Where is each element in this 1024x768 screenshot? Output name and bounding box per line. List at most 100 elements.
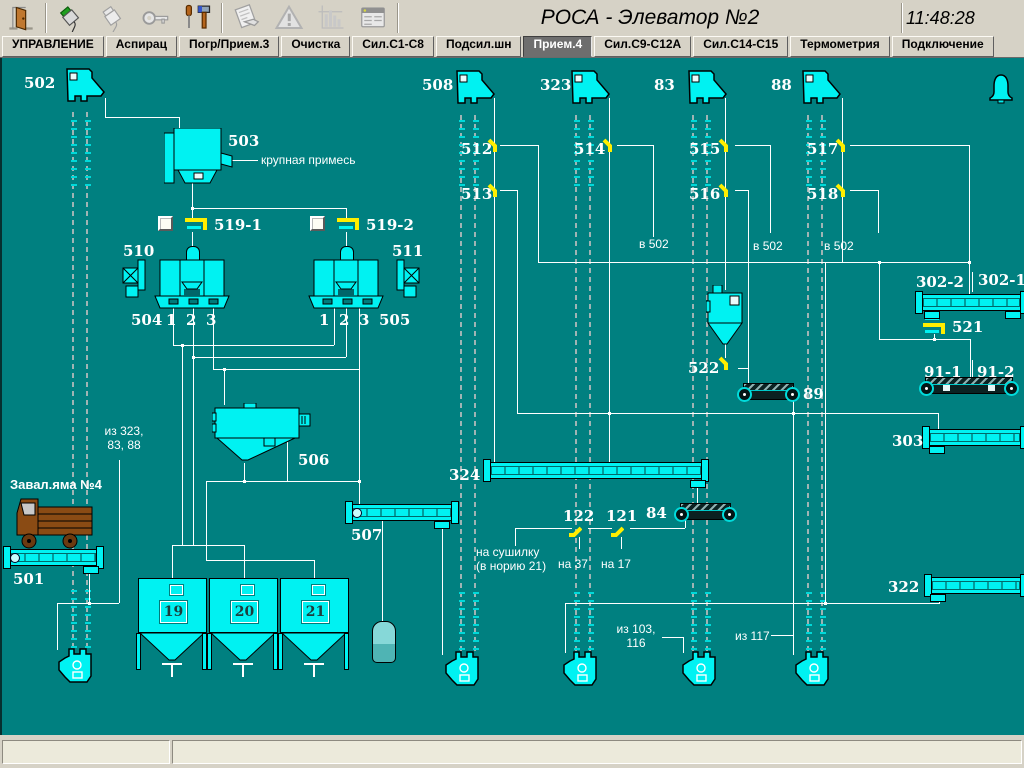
label-502: 502 bbox=[24, 74, 55, 92]
noria-88-boot[interactable] bbox=[795, 651, 833, 689]
tab-podsil-shn[interactable]: Подсил.шн bbox=[436, 36, 522, 57]
pipe bbox=[538, 145, 539, 262]
connect-button[interactable] bbox=[50, 2, 92, 34]
gate-valve-519-1[interactable] bbox=[185, 218, 209, 232]
tab-priem4-active[interactable]: Прием.4 bbox=[523, 36, 592, 57]
window-title: РОСА - Элеватор №2 bbox=[402, 6, 898, 30]
pipe bbox=[735, 145, 770, 146]
screw-conveyor-322[interactable] bbox=[926, 577, 1024, 594]
annotation-from117: из 117 bbox=[735, 629, 770, 643]
junction-dot bbox=[608, 412, 611, 415]
tab-sil-c14-c15[interactable]: Сил.С14-С15 bbox=[693, 36, 788, 57]
bin-vent bbox=[170, 585, 183, 595]
noria-508-head[interactable] bbox=[454, 68, 496, 104]
tab-ochistka[interactable]: Очистка bbox=[281, 36, 350, 57]
noria-323-boot[interactable] bbox=[563, 651, 601, 689]
clock: 11:48:28 bbox=[906, 8, 1024, 29]
conveyor-foot bbox=[924, 311, 940, 319]
key-icon bbox=[140, 4, 170, 32]
exit-button[interactable] bbox=[0, 2, 42, 34]
junction-dot bbox=[88, 602, 91, 605]
pipe bbox=[842, 98, 843, 262]
tab-upravlenie[interactable]: УПРАВЛЕНИЕ bbox=[2, 36, 104, 57]
screw-conveyor-302[interactable] bbox=[917, 294, 1024, 311]
separator-504[interactable] bbox=[153, 258, 231, 310]
label-521: 521 bbox=[952, 318, 983, 336]
valve-519-1-checkbox[interactable] bbox=[158, 216, 173, 231]
pipe bbox=[244, 545, 245, 578]
screw-conveyor-303[interactable] bbox=[924, 429, 1024, 446]
reports-button[interactable] bbox=[352, 2, 394, 34]
journal-button[interactable] bbox=[226, 2, 268, 34]
pipe bbox=[588, 528, 612, 529]
pipe bbox=[938, 413, 939, 429]
pipe bbox=[617, 145, 653, 146]
trends-button[interactable] bbox=[310, 2, 352, 34]
junction-dot bbox=[878, 261, 881, 264]
pipe bbox=[879, 339, 970, 340]
pipe bbox=[970, 339, 971, 377]
noria-502-boot[interactable] bbox=[58, 648, 96, 686]
alarms-button[interactable] bbox=[268, 2, 310, 34]
gate-valve-521[interactable] bbox=[923, 317, 947, 334]
disconnect-button[interactable] bbox=[92, 2, 134, 34]
tab-podkluchenie[interactable]: Подключение bbox=[892, 36, 994, 57]
cyclone[interactable] bbox=[706, 285, 744, 347]
pipe bbox=[173, 345, 334, 346]
leg-bracket bbox=[459, 592, 465, 650]
leg-bracket bbox=[691, 592, 697, 650]
belt-conveyor-84[interactable] bbox=[674, 503, 737, 521]
valve-522[interactable] bbox=[718, 356, 732, 372]
noria-502-head[interactable] bbox=[64, 66, 106, 102]
pipe bbox=[334, 308, 335, 345]
journal-icon bbox=[232, 3, 262, 33]
status-panel-left bbox=[2, 740, 170, 764]
alarm-bell-icon[interactable] bbox=[987, 73, 1015, 104]
separator-503[interactable] bbox=[164, 128, 234, 186]
bin-gate bbox=[242, 665, 244, 677]
separator-506[interactable] bbox=[212, 403, 312, 463]
gate-valve-519-2[interactable] bbox=[337, 218, 361, 232]
screw-conveyor-507[interactable] bbox=[347, 504, 457, 521]
noria-508-boot[interactable] bbox=[445, 651, 483, 689]
bin-20-hopper bbox=[209, 633, 278, 662]
label-divider bbox=[972, 272, 973, 292]
bin-vent bbox=[241, 585, 254, 595]
pipe bbox=[565, 603, 939, 604]
pipe bbox=[57, 603, 58, 650]
tab-termometria[interactable]: Термометрия bbox=[790, 36, 889, 57]
noria-323-head[interactable] bbox=[569, 68, 611, 104]
pipe bbox=[850, 190, 878, 191]
noria-83-head[interactable] bbox=[686, 68, 728, 104]
aspirator-510[interactable] bbox=[122, 259, 148, 299]
aspirator-511[interactable] bbox=[394, 259, 420, 299]
noria-88-head[interactable] bbox=[800, 68, 842, 104]
tools-icon bbox=[182, 3, 212, 33]
access-button[interactable] bbox=[134, 2, 176, 34]
junction-dot bbox=[223, 368, 226, 371]
tab-sil-c9-c12a[interactable]: Сил.С9-С12А bbox=[594, 36, 691, 57]
junction-dot bbox=[191, 207, 194, 210]
tab-aspirac[interactable]: Аспирац bbox=[106, 36, 177, 57]
conveyor-foot bbox=[930, 594, 946, 602]
noria-83-boot[interactable] bbox=[682, 651, 720, 689]
pipe bbox=[206, 481, 359, 482]
belt-conveyor-89[interactable] bbox=[737, 383, 800, 401]
tab-pogr-priem3[interactable]: Погр/Прием.3 bbox=[179, 36, 279, 57]
junction-dot bbox=[933, 338, 936, 341]
toolbar: РОСА - Элеватор №2 11:48:28 bbox=[0, 0, 1024, 37]
screw-conveyor-324[interactable] bbox=[485, 462, 707, 479]
leg-bracket bbox=[806, 592, 812, 650]
separator-505[interactable] bbox=[307, 258, 385, 310]
conveyor-foot bbox=[690, 480, 706, 488]
conveyor-foot bbox=[1005, 311, 1021, 319]
tab-sil-c1-c8[interactable]: Сил.С1-С8 bbox=[352, 36, 434, 57]
bin-gate bbox=[171, 665, 173, 677]
valve-519-2-checkbox[interactable] bbox=[310, 216, 325, 231]
label-517: 517 bbox=[807, 140, 838, 158]
label-504-out2: 2 bbox=[186, 311, 196, 329]
screw-conveyor-501[interactable] bbox=[5, 549, 102, 566]
label-519-1: 519-1 bbox=[214, 216, 262, 234]
setup-button[interactable] bbox=[176, 2, 218, 34]
pipe bbox=[697, 486, 698, 503]
